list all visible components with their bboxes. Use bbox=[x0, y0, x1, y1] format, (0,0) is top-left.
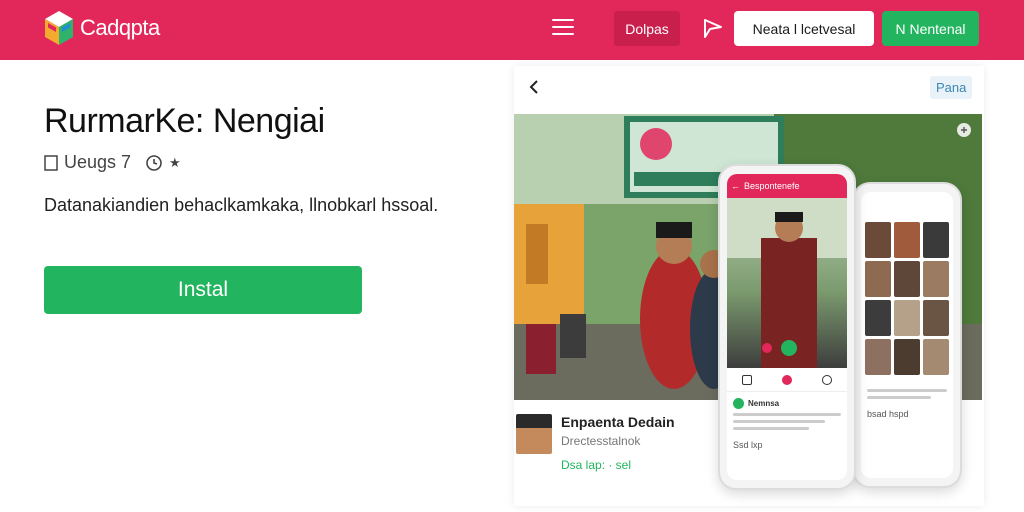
top-bar: Cadqpta Dolpas Neata l lcetvesal N Nente… bbox=[0, 0, 1024, 60]
author-subtitle: Drectesstalnok bbox=[561, 434, 641, 448]
back-chevron-icon[interactable] bbox=[526, 78, 544, 96]
phone-front-card-title: Nemnsa bbox=[748, 399, 780, 408]
home-icon[interactable] bbox=[742, 374, 752, 385]
phone-back-card: bsad hspd bbox=[861, 379, 953, 425]
phone-front-title: Bespontenefe bbox=[744, 181, 800, 191]
status-badge: Pana bbox=[930, 76, 973, 99]
meta-count: Ueugs 7 bbox=[44, 152, 131, 173]
author-name: Enpaenta Dedain bbox=[561, 414, 675, 430]
brand-name: Cadqpta bbox=[80, 15, 160, 40]
brand-logo[interactable]: Cadqpta bbox=[44, 10, 160, 46]
app-description: Datanakiandien behaclkamkaka, llnobkarl … bbox=[44, 195, 439, 215]
phone-mockup-back: bsad hspd bbox=[852, 182, 962, 488]
document-icon bbox=[44, 154, 58, 171]
phone-front-header: ← Bespontenefe bbox=[727, 174, 847, 198]
check-icon bbox=[733, 398, 744, 409]
meta-rating: ★ bbox=[145, 154, 181, 172]
phone-front-date: Ssd lxp bbox=[733, 440, 763, 450]
phone-back-date: bsad hspd bbox=[867, 409, 909, 419]
meta-rating-text: ★ bbox=[169, 154, 181, 170]
secondary-header-button[interactable]: Neata l lcetvesal bbox=[734, 11, 874, 46]
profile-icon[interactable] bbox=[822, 374, 832, 385]
avatar bbox=[516, 414, 552, 454]
send-icon[interactable] bbox=[702, 17, 724, 39]
clock-icon bbox=[146, 154, 162, 171]
cube-logo-icon bbox=[45, 11, 73, 45]
primary-header-button[interactable]: N Nentenal bbox=[882, 11, 979, 46]
phone-back-screen: bsad hspd bbox=[861, 192, 953, 478]
phone-back-status bbox=[861, 192, 953, 218]
expand-icon[interactable] bbox=[956, 122, 972, 138]
nav-button[interactable]: Dolpas bbox=[614, 11, 680, 46]
phone-back-arrow-icon: ← bbox=[731, 181, 740, 191]
install-button[interactable]: Instal bbox=[44, 266, 362, 314]
camera-icon[interactable] bbox=[782, 374, 792, 385]
meta-count-text: Ueugs 7 bbox=[64, 152, 132, 172]
author-row[interactable]: Enpaenta Dedain Drectesstalnok Dsa lap: … bbox=[514, 412, 734, 472]
app-meta: Ueugs 7 ★ bbox=[44, 152, 181, 173]
portrait-photo bbox=[727, 198, 847, 368]
photo-grid bbox=[861, 218, 953, 379]
hamburger-menu-icon[interactable] bbox=[552, 18, 576, 38]
phone-front-nav bbox=[727, 368, 847, 392]
phone-front-screen: ← Bespontenefe Nemnsa Ssd lxp bbox=[727, 174, 847, 480]
app-title: RurmarKe: Nengiai bbox=[44, 102, 325, 140]
phone-front-card: Nemnsa Ssd lxp bbox=[727, 392, 847, 456]
phone-front-photo bbox=[727, 198, 847, 368]
author-stat: Dsa lap: · sel bbox=[561, 458, 632, 472]
phone-mockup-front: ← Bespontenefe Nemnsa Ssd lxp bbox=[718, 164, 856, 490]
